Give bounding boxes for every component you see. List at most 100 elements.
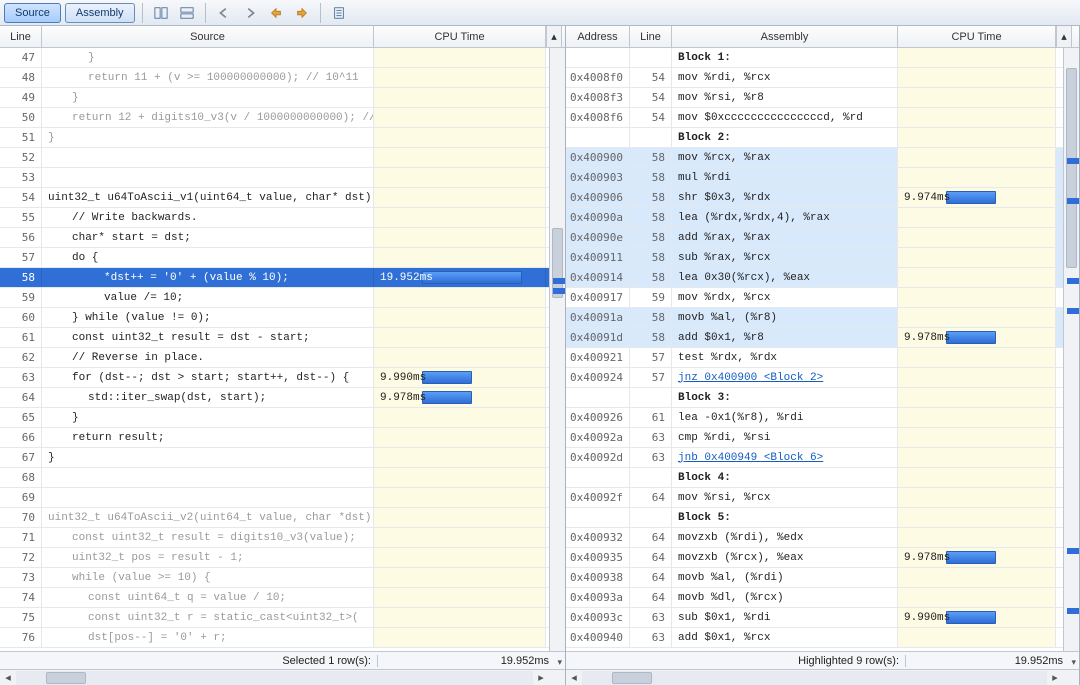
assembly-row[interactable]: 0x40091158sub %rax, %rcx bbox=[566, 248, 1079, 268]
source-row[interactable]: 64std::iter_swap(dst, start);9.978ms bbox=[0, 388, 565, 408]
source-row[interactable]: 53 bbox=[0, 168, 565, 188]
source-row[interactable]: 72uint32_t pos = result - 1; bbox=[0, 548, 565, 568]
scroll-up-arrow[interactable]: ▴ bbox=[1056, 26, 1072, 47]
col-header-line[interactable]: Line bbox=[630, 26, 672, 47]
assembly-rows[interactable]: Block 1:0x4008f054mov %rdi, %rcx0x4008f3… bbox=[566, 48, 1079, 651]
source-row[interactable]: 75const uint32_t r = static_cast<uint32_… bbox=[0, 608, 565, 628]
assembly-row[interactable]: 0x40092457jnz 0x400900 <Block 2> bbox=[566, 368, 1079, 388]
source-row[interactable]: 56char* start = dst; bbox=[0, 228, 565, 248]
col-header-cputime[interactable]: CPU Time bbox=[898, 26, 1056, 47]
cpu-time-cell bbox=[374, 348, 546, 367]
hscroll-thumb[interactable] bbox=[46, 672, 86, 684]
source-row[interactable]: 47} bbox=[0, 48, 565, 68]
col-header-line[interactable]: Line bbox=[0, 26, 42, 47]
source-hscroll[interactable]: ◂ ▸ bbox=[0, 669, 565, 685]
source-row[interactable]: 51} bbox=[0, 128, 565, 148]
source-row[interactable]: 61const uint32_t result = dst - start; bbox=[0, 328, 565, 348]
assembly-row[interactable]: 0x40093a64movb %dl, (%rcx) bbox=[566, 588, 1079, 608]
source-row[interactable]: 50return 12 + digits10_v3(v / 1000000000… bbox=[0, 108, 565, 128]
source-tab-button[interactable]: Source bbox=[4, 3, 61, 23]
assembly-row[interactable]: 0x40094063add $0x1, %rcx bbox=[566, 628, 1079, 648]
assembly-row[interactable]: 0x40090358mul %rdi bbox=[566, 168, 1079, 188]
source-row[interactable]: 73while (value >= 10) { bbox=[0, 568, 565, 588]
source-row[interactable]: 58*dst++ = '0' + (value % 10);19.952ms bbox=[0, 268, 565, 288]
assembly-row[interactable]: 0x40091759mov %rdx, %rcx bbox=[566, 288, 1079, 308]
source-row[interactable]: 74const uint64_t q = value / 10; bbox=[0, 588, 565, 608]
assembly-row[interactable]: 0x40093864movb %al, (%rdi) bbox=[566, 568, 1079, 588]
assembly-row[interactable]: 0x40092f64mov %rsi, %rcx bbox=[566, 488, 1079, 508]
status-highlighted-time[interactable]: 19.952ms bbox=[905, 655, 1079, 667]
assembly-hscroll[interactable]: ◂ ▸ bbox=[566, 669, 1079, 685]
source-row[interactable]: 65} bbox=[0, 408, 565, 428]
cpu-time-cell bbox=[374, 228, 546, 247]
source-row[interactable]: 57do { bbox=[0, 248, 565, 268]
col-header-assembly[interactable]: Assembly bbox=[672, 26, 898, 47]
assembly-row[interactable]: 0x40091a58movb %al, (%r8) bbox=[566, 308, 1079, 328]
assembly-row[interactable]: 0x40092661lea -0x1(%r8), %rdi bbox=[566, 408, 1079, 428]
assembly-row[interactable]: 0x40093264movzxb (%rdi), %edx bbox=[566, 528, 1079, 548]
assembly-row[interactable]: Block 2: bbox=[566, 128, 1079, 148]
col-header-source[interactable]: Source bbox=[42, 26, 374, 47]
assembly-row[interactable]: 0x40090058mov %rcx, %rax bbox=[566, 148, 1079, 168]
jump-link[interactable]: jnb 0x400949 <Block 6> bbox=[678, 452, 823, 464]
scroll-left-arrow[interactable]: ◂ bbox=[0, 671, 16, 685]
scroll-left-arrow[interactable]: ◂ bbox=[566, 671, 582, 685]
source-rows[interactable]: 47}48return 11 + (v >= 100000000000); //… bbox=[0, 48, 565, 651]
assembly-row[interactable]: Block 3: bbox=[566, 388, 1079, 408]
scroll-right-arrow[interactable]: ▸ bbox=[533, 671, 549, 685]
source-row[interactable]: 63for (dst--; dst > start; start++, dst-… bbox=[0, 368, 565, 388]
scroll-right-arrow[interactable]: ▸ bbox=[1047, 671, 1063, 685]
assembly-row[interactable]: 0x40092d63jnb 0x400949 <Block 6> bbox=[566, 448, 1079, 468]
hotspot-prev-icon[interactable] bbox=[265, 3, 287, 23]
source-row[interactable]: 62// Reverse in place. bbox=[0, 348, 565, 368]
hscroll-thumb[interactable] bbox=[612, 672, 652, 684]
nav-forward-icon[interactable] bbox=[239, 3, 261, 23]
assembly-row[interactable]: 0x40091458lea 0x30(%rcx), %eax bbox=[566, 268, 1079, 288]
details-icon[interactable] bbox=[328, 3, 350, 23]
assembly-row[interactable]: 0x40090658shr $0x3, %rdx9.974ms bbox=[566, 188, 1079, 208]
line-number: 64 bbox=[630, 488, 672, 507]
source-row[interactable]: 70uint32_t u64ToAscii_v2(uint64_t value,… bbox=[0, 508, 565, 528]
assembly-row[interactable]: 0x40092157test %rdx, %rdx bbox=[566, 348, 1079, 368]
hotspot-next-icon[interactable] bbox=[291, 3, 313, 23]
assembly-row[interactable]: Block 4: bbox=[566, 468, 1079, 488]
source-row[interactable]: 54uint32_t u64ToAscii_v1(uint64_t value,… bbox=[0, 188, 565, 208]
assembly-row[interactable]: Block 1: bbox=[566, 48, 1079, 68]
source-row[interactable]: 69 bbox=[0, 488, 565, 508]
source-row[interactable]: 59value /= 10; bbox=[0, 288, 565, 308]
assembly-row[interactable]: 0x4008f654mov $0xcccccccccccccccd, %rd bbox=[566, 108, 1079, 128]
assembly-row[interactable]: 0x40091d58add $0x1, %r89.978ms bbox=[566, 328, 1079, 348]
source-row[interactable]: 49} bbox=[0, 88, 565, 108]
status-selected-time[interactable]: 19.952ms bbox=[377, 655, 565, 667]
cpu-time-cell bbox=[898, 68, 1056, 87]
assembly-row[interactable]: 0x4008f354mov %rsi, %r8 bbox=[566, 88, 1079, 108]
assembly-text: Block 4: bbox=[672, 468, 898, 487]
nav-back-icon[interactable] bbox=[213, 3, 235, 23]
layout-stacked-icon[interactable] bbox=[176, 3, 198, 23]
assembly-row[interactable]: 0x40093564movzxb (%rcx), %eax9.978ms bbox=[566, 548, 1079, 568]
assembly-tab-button[interactable]: Assembly bbox=[65, 3, 135, 23]
source-row[interactable]: 60} while (value != 0); bbox=[0, 308, 565, 328]
jump-link[interactable]: jnz 0x400900 <Block 2> bbox=[678, 372, 823, 384]
assembly-row[interactable]: Block 5: bbox=[566, 508, 1079, 528]
col-header-address[interactable]: Address bbox=[566, 26, 630, 47]
assembly-row[interactable]: 0x40090a58lea (%rdx,%rdx,4), %rax bbox=[566, 208, 1079, 228]
assembly-row[interactable]: 0x40093c63sub $0x1, %rdi9.990ms bbox=[566, 608, 1079, 628]
source-row[interactable]: 68 bbox=[0, 468, 565, 488]
vscroll-thumb[interactable] bbox=[1066, 68, 1077, 268]
source-row[interactable]: 66return result; bbox=[0, 428, 565, 448]
assembly-row[interactable]: 0x40090e58add %rax, %rax bbox=[566, 228, 1079, 248]
source-row[interactable]: 55// Write backwards. bbox=[0, 208, 565, 228]
cpu-time-cell: 9.974ms bbox=[898, 188, 1056, 207]
layout-side-by-side-icon[interactable] bbox=[150, 3, 172, 23]
source-row[interactable]: 67} bbox=[0, 448, 565, 468]
source-row[interactable]: 76dst[pos--] = '0' + r; bbox=[0, 628, 565, 648]
assembly-row[interactable]: 0x4008f054mov %rdi, %rcx bbox=[566, 68, 1079, 88]
source-row[interactable]: 48return 11 + (v >= 100000000000); // 10… bbox=[0, 68, 565, 88]
assembly-text: sub %rax, %rcx bbox=[672, 248, 898, 267]
scroll-up-arrow[interactable]: ▴ bbox=[546, 26, 562, 47]
col-header-cputime[interactable]: CPU Time bbox=[374, 26, 546, 47]
source-row[interactable]: 52 bbox=[0, 148, 565, 168]
source-row[interactable]: 71const uint32_t result = digits10_v3(va… bbox=[0, 528, 565, 548]
assembly-row[interactable]: 0x40092a63cmp %rdi, %rsi bbox=[566, 428, 1079, 448]
